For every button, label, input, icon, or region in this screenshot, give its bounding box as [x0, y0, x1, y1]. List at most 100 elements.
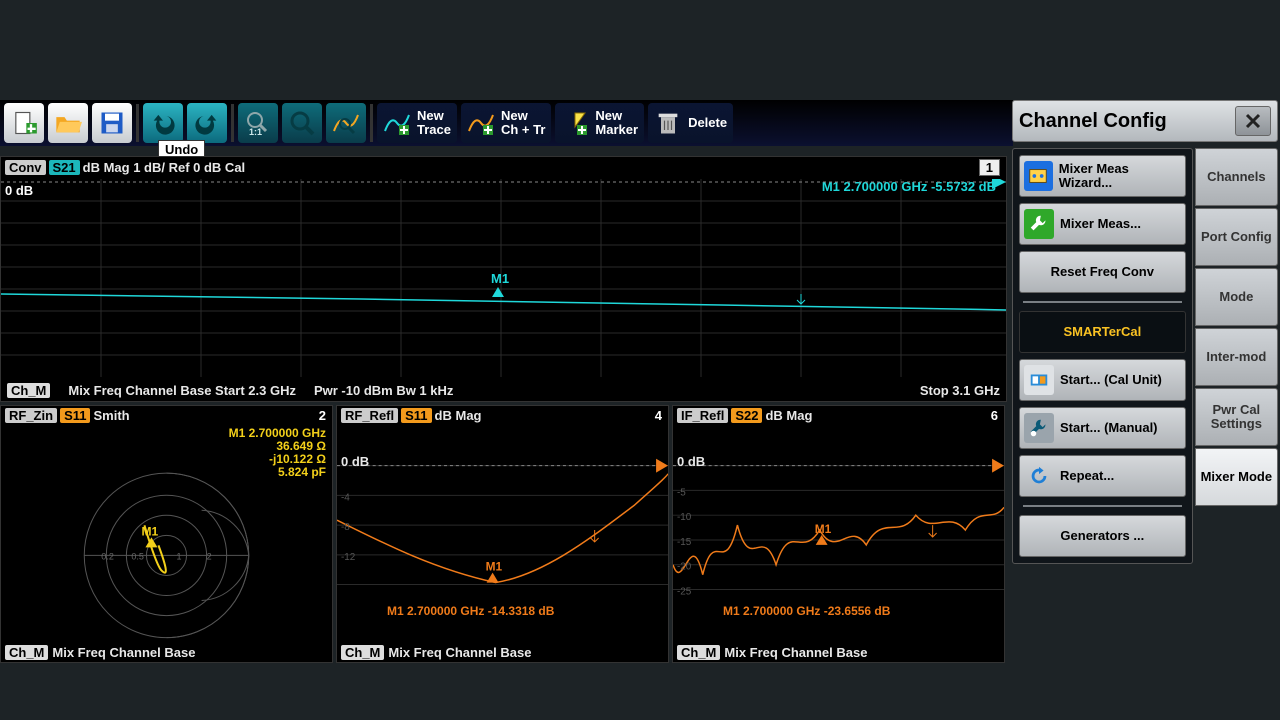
new-channel-trace-button[interactable]: NewCh + Tr	[461, 103, 551, 143]
svg-text:-4: -4	[341, 492, 350, 503]
new-chtr-icon	[467, 109, 495, 137]
trace-pane-rf-refl[interactable]: RF_Refl S11 dB Mag 4 0 dB M1 -4 -8 -12 M1 …	[336, 405, 669, 663]
tab-intermod[interactable]: Inter-mod	[1195, 328, 1278, 386]
open-button[interactable]	[48, 103, 88, 143]
new-trace-icon	[383, 109, 411, 137]
svg-text:-10: -10	[677, 512, 692, 523]
save-button[interactable]	[92, 103, 132, 143]
channel-pwr-text: Pwr -10 dBm Bw 1 kHz	[314, 383, 453, 398]
channel-text: Mix Freq Channel Base	[52, 645, 195, 660]
rf-refl-marker-readout: M1 2.700000 GHz -14.3318 dB	[387, 604, 554, 618]
manual-icon	[1024, 413, 1054, 443]
floppy-icon	[98, 109, 126, 137]
trace-plot[interactable]: 0 dB M1	[1, 179, 1006, 377]
svg-text:-8: -8	[341, 522, 350, 533]
panel-ref-label: 0 dB	[341, 454, 369, 469]
new-chtr-label: NewCh + Tr	[501, 109, 545, 136]
svg-text:-5: -5	[677, 487, 686, 498]
redo-button[interactable]	[187, 103, 227, 143]
tab-mode[interactable]: Mode	[1195, 268, 1278, 326]
trace-pane-smith[interactable]: RF_Zin S11 Smith 2 M1 2.700000 GHz 36.64…	[0, 405, 333, 663]
trace-sparam-badge: S21	[49, 160, 80, 175]
channel-badge: Ch_M	[7, 383, 50, 398]
zoom-area-button[interactable]	[326, 103, 366, 143]
folder-open-icon	[54, 109, 82, 137]
channel-badge: Ch_M	[341, 645, 384, 660]
close-button[interactable]	[1235, 106, 1271, 136]
panel-ref-label: 0 dB	[677, 454, 705, 469]
tab-channels[interactable]: Channels	[1195, 148, 1278, 206]
separator	[1023, 505, 1182, 507]
svg-text:M1: M1	[486, 560, 503, 574]
trace-footer: Ch_M Mix Freq Channel Base Start 2.3 GHz…	[1, 379, 1006, 401]
channel-badge: Ch_M	[677, 645, 720, 660]
panel-sequence: 2	[319, 408, 326, 423]
trace-pane-main[interactable]: Conv S21 dB Mag 1 dB/ Ref 0 dB Cal 1 M1 …	[0, 156, 1007, 402]
channel-text: Mix Freq Channel Base	[388, 645, 531, 660]
panel-sparam-badge: S22	[731, 408, 762, 423]
channel-text: Mix Freq Channel Base	[724, 645, 867, 660]
new-trace-label: NewTrace	[417, 109, 451, 136]
softkey-label: Mixer Meas...	[1060, 217, 1141, 231]
zoom-1to1-button[interactable]: 1:1	[238, 103, 278, 143]
smartercal-button[interactable]: SMARTerCal	[1019, 311, 1186, 353]
svg-text:1: 1	[177, 551, 182, 561]
mixer-wizard-button[interactable]: Mixer Meas Wizard...	[1019, 155, 1186, 197]
svg-text:-12: -12	[341, 552, 355, 563]
panel-format-text: dB Mag	[435, 408, 482, 423]
new-marker-button[interactable]: NewMarker	[555, 103, 644, 143]
panel-name-badge: RF_Zin	[5, 408, 57, 423]
svg-text:M1: M1	[815, 522, 832, 536]
if-refl-plot[interactable]: 0 dB M1 -5-10-15-20-25 M1 2.700000 GHz -…	[673, 426, 1004, 642]
repeat-icon	[1024, 461, 1054, 491]
svg-text:1:1: 1:1	[249, 127, 262, 137]
trace-ref-label: 0 dB	[5, 183, 33, 198]
start-calunit-button[interactable]: Start... (Cal Unit)	[1019, 359, 1186, 401]
panel-name-badge: RF_Refl	[341, 408, 398, 423]
trace-header: Conv S21 dB Mag 1 dB/ Ref 0 dB Cal 1	[1, 157, 1006, 177]
smith-plot[interactable]: M1 2.700000 GHz 36.649 Ω -j10.122 Ω 5.82…	[1, 425, 332, 644]
svg-text:2: 2	[207, 551, 212, 561]
new-file-button[interactable]	[4, 103, 44, 143]
panel-header: IF_Refl S22 dB Mag 6	[673, 406, 1004, 426]
start-manual-button[interactable]: Start... (Manual)	[1019, 407, 1186, 449]
lower-panel-row: RF_Zin S11 Smith 2 M1 2.700000 GHz 36.64…	[0, 405, 1005, 663]
panel-format-text: Smith	[93, 408, 129, 423]
panel-sparam-badge: S11	[401, 408, 431, 423]
separator	[1023, 301, 1182, 303]
svg-text:M1: M1	[141, 524, 158, 538]
svg-text:-25: -25	[677, 586, 692, 597]
zoom-1to1-icon: 1:1	[244, 109, 272, 137]
panel-format-text: dB Mag	[765, 408, 812, 423]
softkey-label: Repeat...	[1060, 469, 1114, 483]
panel-footer: Ch_M Mix Freq Channel Base	[337, 642, 668, 662]
delete-button[interactable]: Delete	[648, 103, 733, 143]
trace-pane-if-refl[interactable]: IF_Refl S22 dB Mag 6 0 dB M1 -5-10-15-20…	[672, 405, 1005, 663]
tab-pwrcal-settings[interactable]: Pwr Cal Settings	[1195, 388, 1278, 446]
softkey-label: Generators ...	[1060, 529, 1144, 543]
panel-name-badge: IF_Refl	[677, 408, 728, 423]
repeat-button[interactable]: Repeat...	[1019, 455, 1186, 497]
panel-sequence: 4	[655, 408, 662, 423]
new-marker-label: NewMarker	[595, 109, 638, 136]
channel-badge: Ch_M	[5, 645, 48, 660]
channel-start-text: Mix Freq Channel Base Start 2.3 GHz	[68, 383, 296, 398]
reset-freq-conv-button[interactable]: Reset Freq Conv	[1019, 251, 1186, 293]
side-tab-column: Channels Port Config Mode Inter-mod Pwr …	[1195, 148, 1278, 564]
side-panel: Channel Config Mixer Meas Wizard... Mixe…	[1012, 100, 1278, 564]
side-panel-title: Channel Config	[1019, 110, 1167, 133]
calunit-icon	[1024, 365, 1054, 395]
tab-port-config[interactable]: Port Config	[1195, 208, 1278, 266]
mixer-meas-button[interactable]: Mixer Meas...	[1019, 203, 1186, 245]
panel-footer: Ch_M Mix Freq Channel Base	[673, 642, 1004, 662]
tab-mixer-mode[interactable]: Mixer Mode	[1195, 448, 1278, 506]
channel-stop-text: Stop 3.1 GHz	[920, 383, 1000, 398]
panel-sparam-badge: S11	[60, 408, 90, 423]
generators-button[interactable]: Generators ...	[1019, 515, 1186, 557]
undo-button[interactable]	[143, 103, 183, 143]
rf-refl-plot[interactable]: 0 dB M1 -4 -8 -12 M1 2.700000 GHz -14.3318…	[337, 426, 668, 642]
zoom-button[interactable]	[282, 103, 322, 143]
trace-svg: M1	[1, 179, 1006, 377]
new-trace-button[interactable]: NewTrace	[377, 103, 457, 143]
svg-text:-15: -15	[677, 537, 692, 548]
